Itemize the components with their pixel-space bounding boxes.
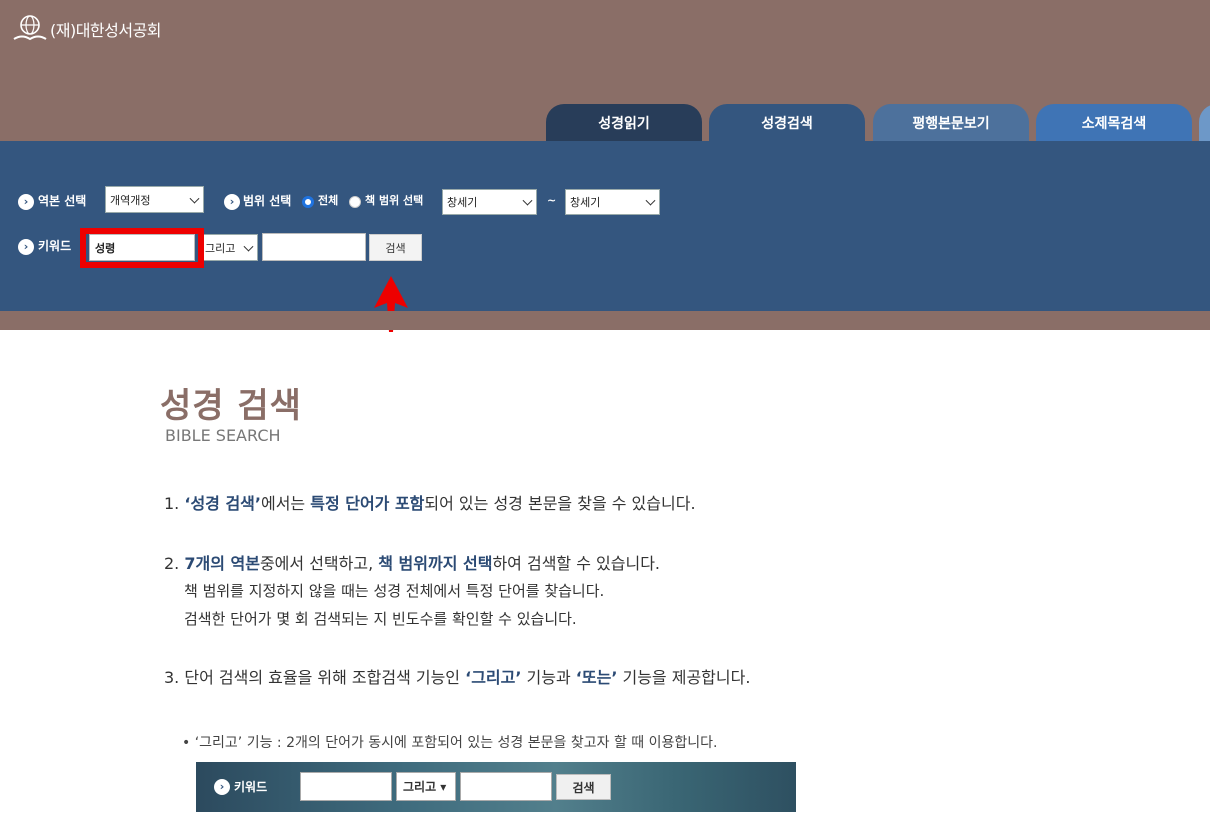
example-operator-select: 그리고 ▾ xyxy=(396,772,456,801)
chevron-down-icon xyxy=(189,193,200,204)
item-3-number: 3. xyxy=(164,668,180,687)
arrow-circle-icon: › xyxy=(214,779,230,795)
page-title: 성경 검색 xyxy=(160,386,302,426)
page-subtitle: BIBLE SEARCH xyxy=(165,426,281,445)
radio-book-range-label: 책 범위 선택 xyxy=(365,194,424,207)
arrow-circle-icon: › xyxy=(18,239,34,255)
version-label: 역본 선택 xyxy=(38,194,87,208)
example-keyword2-input xyxy=(460,772,552,801)
keyword2-input[interactable] xyxy=(262,233,366,261)
description-item-1: 1. ‘성경 검색’에서는 특정 단어가 포함되어 있는 성경 본문을 찾을 수… xyxy=(164,490,696,514)
globe-book-icon xyxy=(13,15,47,41)
chevron-down-icon xyxy=(522,195,533,206)
item-2-emphasis-b: 책 범위까지 선택 xyxy=(378,554,493,573)
item-2-emphasis-a: 7개의 역본 xyxy=(184,554,260,573)
item-1-text-a: 에서는 xyxy=(260,494,311,513)
radio-all-label: 전체 xyxy=(318,194,339,207)
tab-subtitle-search[interactable]: 소제목검색 xyxy=(1036,104,1192,142)
site-logo[interactable]: (재)대한성서공회 xyxy=(12,14,162,44)
example-search-button: 검색 xyxy=(556,774,611,800)
org-name: (재)대한성서공회 xyxy=(50,21,162,40)
description-item-2: 2. 7개의 역본중에서 선택하고, 책 범위까지 선택하여 검색할 수 있습니… xyxy=(164,550,660,574)
book-to-select[interactable]: 창세기 xyxy=(565,189,660,215)
item-3-emphasis-b: ‘또는’ xyxy=(575,668,618,687)
item-1-text-b: 되어 있는 성경 본문을 찾을 수 있습니다. xyxy=(424,494,696,513)
operator-select[interactable]: 그리고 xyxy=(200,234,258,261)
chevron-down-icon xyxy=(243,241,254,252)
version-select-value: 개역개정 xyxy=(110,193,151,207)
range-label: 범위 선택 xyxy=(243,194,292,208)
tab-bible-search[interactable]: 성경검색 xyxy=(709,104,865,142)
item-2-text-a: 중에서 선택하고, xyxy=(259,554,379,573)
and-function-note: • ‘그리고’ 기능 : 2개의 단어가 동시에 포함되어 있는 성경 본문을 … xyxy=(182,735,718,751)
tab-parallel-text[interactable]: 평행본문보기 xyxy=(873,104,1029,142)
operator-value: 그리고 xyxy=(205,241,236,255)
arrow-circle-icon: › xyxy=(18,194,34,210)
search-button[interactable]: 검색 xyxy=(369,234,422,261)
tab-bible-read[interactable]: 성경읽기 xyxy=(546,104,702,142)
item-2-number: 2. xyxy=(164,554,180,573)
item-2-line-3: 검색한 단어가 몇 회 검색되는 지 빈도수를 확인할 수 있습니다. xyxy=(184,610,577,628)
radio-book-range[interactable] xyxy=(349,196,361,208)
item-1-quote: ‘성경 검색’ xyxy=(184,494,261,513)
example-keyword-input xyxy=(300,772,392,801)
site-header: (재)대한성서공회 성경읽기 성경검색 평행본문보기 소제목검색 xyxy=(0,0,1210,142)
example-search-image: › 키워드 그리고 ▾ 검색 xyxy=(196,762,796,812)
chevron-down-icon xyxy=(645,195,656,206)
description-item-3: 3. 단어 검색의 효율을 위해 조합검색 기능인 ‘그리고’ 기능과 ‘또는’… xyxy=(164,664,750,688)
header-bottom-band xyxy=(0,311,1210,330)
item-1-number: 1. xyxy=(164,494,180,513)
range-tilde: ~ xyxy=(547,194,557,207)
arrow-circle-icon: › xyxy=(224,194,240,210)
book-from-select[interactable]: 창세기 xyxy=(442,189,537,215)
item-3-text-b: 기능과 xyxy=(521,668,576,687)
version-select[interactable]: 개역개정 xyxy=(105,186,204,213)
radio-all[interactable] xyxy=(302,196,314,208)
book-from-value: 창세기 xyxy=(447,196,478,209)
item-2-text-b: 하여 검색할 수 있습니다. xyxy=(492,554,660,573)
example-keyword-label: 키워드 xyxy=(234,780,268,794)
keyword-label: 키워드 xyxy=(38,239,72,253)
item-1-emphasis: 특정 단어가 포함 xyxy=(310,494,425,513)
item-2-line-2: 책 범위를 지정하지 않을 때는 성경 전체에서 특정 단어를 찾습니다. xyxy=(184,582,605,600)
keyword-highlight-box xyxy=(80,228,204,268)
item-3-emphasis-a: ‘그리고’ xyxy=(465,668,522,687)
item-3-text-a: 단어 검색의 효율을 위해 조합검색 기능인 xyxy=(184,668,466,687)
item-3-text-c: 기능을 제공합니다. xyxy=(617,668,751,687)
book-to-value: 창세기 xyxy=(570,196,601,209)
search-panel xyxy=(0,141,1210,311)
tab-more[interactable] xyxy=(1199,104,1210,142)
